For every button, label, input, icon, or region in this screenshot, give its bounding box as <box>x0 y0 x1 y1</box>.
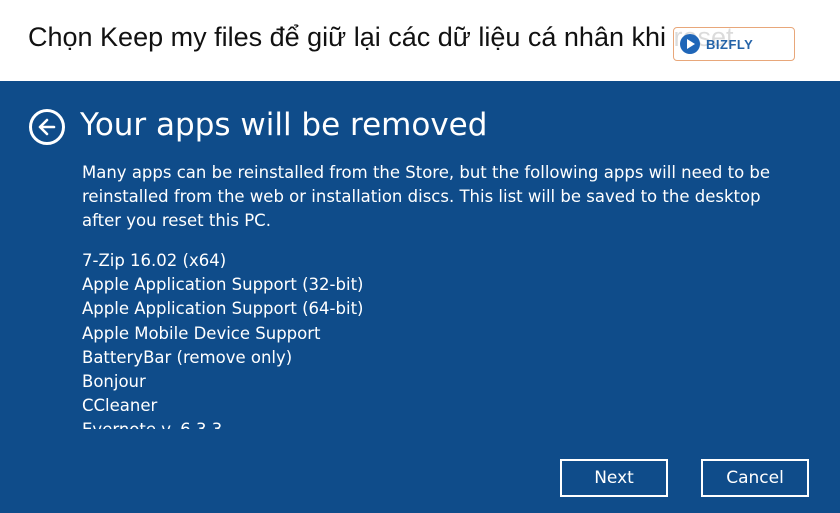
list-item: Apple Application Support (32-bit) <box>82 275 364 295</box>
next-button[interactable]: Next <box>560 459 668 497</box>
back-button[interactable] <box>29 109 65 145</box>
arrow-left-icon <box>38 118 56 136</box>
page-caption: Chọn Keep my files để giữ lại các dữ liệ… <box>28 22 734 52</box>
list-item: Apple Application Support (64-bit) <box>82 299 364 319</box>
list-item: 7-Zip 16.02 (x64) <box>82 251 227 270</box>
play-logo-icon <box>680 34 700 54</box>
watermark-text: BIZFLY <box>706 36 754 52</box>
list-item: Apple Mobile Device Support <box>82 323 321 343</box>
list-item: Evernote v. 6.3.3 <box>82 418 582 429</box>
list-item: BatteryBar (remove only) <box>82 347 293 367</box>
dialog-title: Your apps will be removed <box>80 107 488 143</box>
list-item: CCleaner <box>82 396 158 416</box>
watermark-logo: BIZFLY <box>673 27 795 61</box>
dialog-description: Many apps can be reinstalled from the St… <box>82 163 771 230</box>
app-list[interactable]: 7-Zip 16.02 (x64) Apple Application Supp… <box>82 249 582 429</box>
list-item: Bonjour <box>82 372 146 392</box>
reset-dialog: Your apps will be removed Many apps can … <box>0 81 840 513</box>
cancel-button[interactable]: Cancel <box>701 459 809 497</box>
